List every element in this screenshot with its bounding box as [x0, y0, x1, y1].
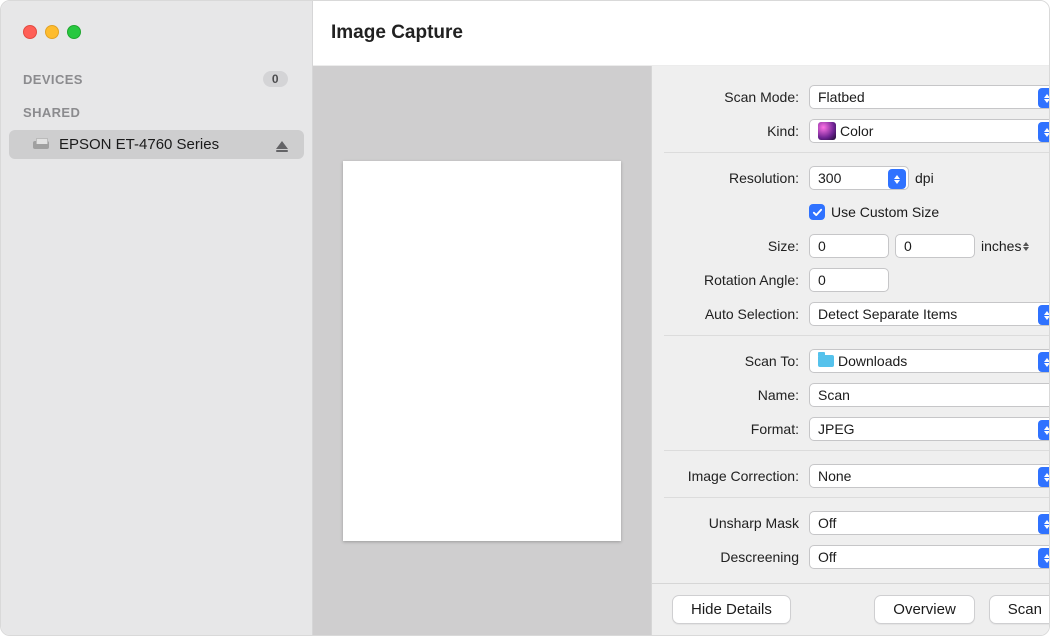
bottom-bar: Hide Details Overview Scan	[652, 583, 1050, 635]
use-custom-size-label: Use Custom Size	[831, 204, 939, 220]
divider	[664, 152, 1050, 153]
main-content: Image Capture Scan Mode: Flatbed	[313, 1, 1050, 635]
device-row-epson[interactable]: EPSON ET-4760 Series	[9, 130, 304, 159]
auto-selection-select[interactable]: Detect Separate Items	[809, 302, 1050, 326]
format-select[interactable]: JPEG	[809, 417, 1050, 441]
name-field[interactable]: Scan	[809, 383, 1050, 407]
divider	[664, 450, 1050, 451]
titlebar: Image Capture	[313, 1, 1050, 66]
rotation-label: Rotation Angle:	[664, 272, 809, 288]
descreening-label: Descreening	[664, 549, 809, 565]
resolution-combo[interactable]: 300	[809, 166, 909, 190]
auto-selection-label: Auto Selection:	[664, 306, 809, 322]
eject-icon[interactable]	[276, 141, 288, 149]
scan-to-select[interactable]: Downloads	[809, 349, 1050, 373]
size-label: Size:	[664, 238, 809, 254]
kind-label: Kind:	[664, 123, 809, 139]
scan-button[interactable]: Scan	[989, 595, 1050, 624]
app-window: DEVICES 0 SHARED EPSON ET-4760 Series Im…	[0, 0, 1050, 636]
chevron-down-icon	[1038, 467, 1050, 487]
kind-color-swatch-icon	[818, 122, 836, 140]
unsharp-mask-label: Unsharp Mask	[664, 515, 809, 531]
overview-button[interactable]: Overview	[874, 595, 975, 624]
descreening-select[interactable]: Off	[809, 545, 1050, 569]
chevron-down-icon	[1038, 420, 1050, 440]
devices-count-badge: 0	[263, 71, 288, 87]
chevron-down-icon	[1038, 548, 1050, 568]
divider	[664, 497, 1050, 498]
settings-panel: Scan Mode: Flatbed Kind:	[651, 66, 1050, 635]
chevron-down-icon	[1038, 88, 1050, 108]
shared-label: SHARED	[23, 105, 80, 120]
size-width-field[interactable]: 0	[809, 234, 889, 258]
preview-page[interactable]	[343, 161, 621, 541]
window-controls	[1, 25, 312, 67]
minimize-icon[interactable]	[45, 25, 59, 39]
folder-icon	[818, 355, 834, 367]
size-unit-stepper[interactable]: inches	[981, 238, 1029, 254]
rotation-field[interactable]: 0	[809, 268, 889, 292]
image-correction-select[interactable]: None	[809, 464, 1050, 488]
hide-details-button[interactable]: Hide Details	[672, 595, 791, 624]
printer-icon	[33, 138, 49, 152]
name-label: Name:	[664, 387, 809, 403]
size-height-field[interactable]: 0	[895, 234, 975, 258]
chevron-down-icon	[1038, 122, 1050, 142]
device-label: EPSON ET-4760 Series	[59, 136, 266, 153]
settings-scroll[interactable]: Scan Mode: Flatbed Kind:	[652, 66, 1050, 583]
preview-area[interactable]	[313, 66, 651, 635]
image-correction-label: Image Correction:	[664, 468, 809, 484]
scan-mode-select[interactable]: Flatbed	[809, 85, 1050, 109]
workspace: Scan Mode: Flatbed Kind:	[313, 66, 1050, 635]
chevron-down-icon	[1038, 514, 1050, 534]
page-title: Image Capture	[331, 22, 463, 44]
resolution-unit: dpi	[915, 170, 934, 186]
close-icon[interactable]	[23, 25, 37, 39]
resolution-label: Resolution:	[664, 170, 809, 186]
format-label: Format:	[664, 421, 809, 437]
divider	[664, 335, 1050, 336]
shared-section-header: SHARED	[1, 97, 312, 130]
devices-label: DEVICES	[23, 72, 83, 87]
chevron-down-icon	[1038, 305, 1050, 325]
devices-section-header: DEVICES 0	[1, 67, 312, 97]
use-custom-size-checkbox[interactable]	[809, 204, 825, 220]
scan-to-label: Scan To:	[664, 353, 809, 369]
sidebar: DEVICES 0 SHARED EPSON ET-4760 Series	[1, 1, 313, 635]
unsharp-mask-select[interactable]: Off	[809, 511, 1050, 535]
kind-select[interactable]: Color	[809, 119, 1050, 143]
chevron-down-icon	[888, 169, 906, 189]
fullscreen-icon[interactable]	[67, 25, 81, 39]
scan-mode-label: Scan Mode:	[664, 89, 809, 105]
chevron-down-icon	[1038, 352, 1050, 372]
